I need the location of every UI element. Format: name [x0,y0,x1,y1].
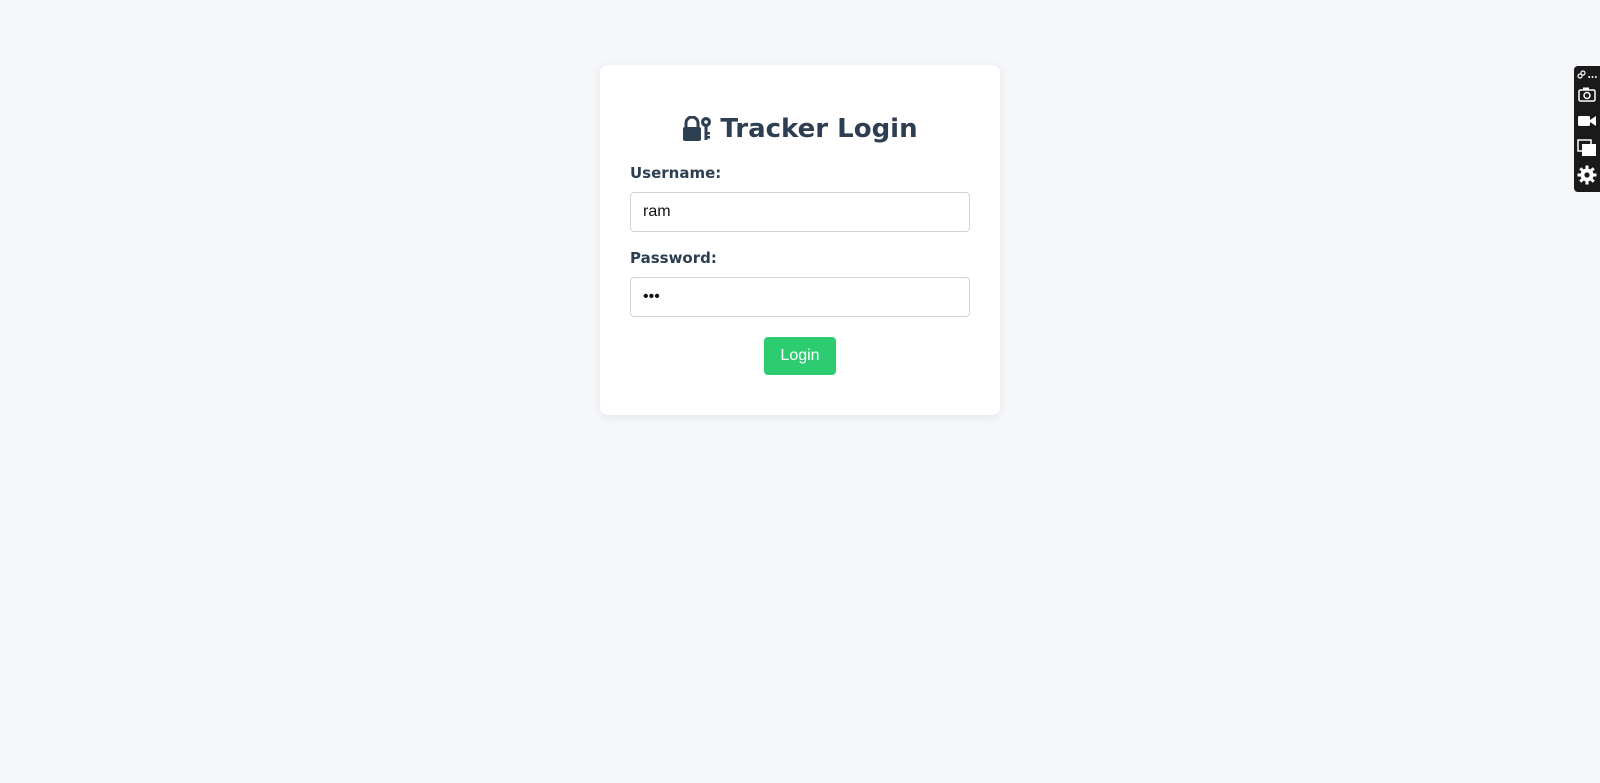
gear-icon[interactable] [1574,161,1600,188]
login-title-text: Tracker Login [720,114,918,144]
extension-toolbar [1574,66,1600,192]
password-input[interactable] [630,277,970,317]
button-row: Login [630,337,970,375]
username-input[interactable] [630,192,970,232]
video-camera-icon[interactable] [1574,107,1600,134]
username-label: Username: [630,164,722,182]
login-button[interactable]: Login [764,337,836,375]
toolbar-header [1574,66,1600,80]
password-label: Password: [630,249,717,267]
login-title: Tracker Login [630,65,970,149]
lock-key-icon [682,116,712,142]
camera-icon[interactable] [1574,80,1600,107]
window-icon[interactable] [1574,134,1600,161]
login-card: Tracker Login Username: Password: Login [600,65,1000,415]
